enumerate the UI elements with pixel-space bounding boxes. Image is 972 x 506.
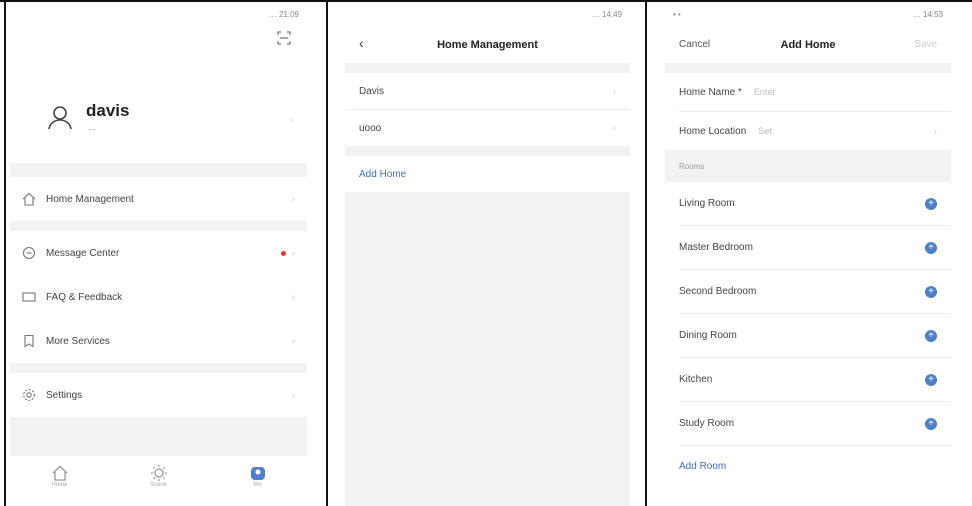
chevron-right-icon: › (291, 193, 295, 205)
add-home-button[interactable]: Add Home (345, 156, 630, 192)
user-avatar-icon (46, 103, 74, 131)
chevron-right-icon: › (933, 125, 937, 137)
status-time: … 14:53 (912, 9, 943, 19)
divider-2 (645, 0, 647, 506)
user-profile[interactable]: davis … (46, 101, 129, 132)
divider-1 (326, 0, 328, 506)
bottom-tab-bar: Home Scene Me (10, 456, 307, 506)
tab-label: Home (51, 482, 68, 488)
chevron-right-icon: › (291, 335, 295, 347)
add-circle-icon[interactable]: + (925, 241, 937, 254)
home-name: Davis (359, 85, 385, 97)
menu-label: Settings (46, 389, 83, 401)
rooms-section-header: Rooms (665, 150, 951, 182)
room-name: Dining Room (679, 330, 737, 341)
add-room-button[interactable]: Add Room (665, 446, 951, 486)
add-room-label: Add Room (679, 460, 727, 472)
user-name: davis (86, 101, 130, 120)
page-title: Home Management (437, 39, 538, 51)
profile-tab-icon (250, 467, 265, 480)
save-button[interactable]: Save (914, 39, 937, 50)
home-management-screen: … 14:49 ‹ Home Management Davis › uooo ›… (345, 3, 630, 506)
home-name-label: Home Name * (679, 86, 742, 98)
chevron-right-icon: › (612, 122, 616, 134)
room-item: Kitchen + (665, 358, 951, 401)
home-item[interactable]: uooo › (345, 110, 630, 146)
room-name: Master Bedroom (679, 242, 753, 253)
tab-scene[interactable]: Scene (150, 464, 168, 488)
bookmark-icon (22, 334, 36, 348)
status-bar: • • … 14:53 (665, 3, 951, 25)
chevron-right-icon: › (612, 85, 616, 97)
room-name: Second Bedroom (679, 286, 757, 297)
message-icon (22, 246, 36, 260)
tab-label: Me (253, 482, 262, 488)
room-name: Study Room (679, 418, 735, 429)
sun-icon (150, 465, 167, 481)
home-location-label: Home Location (679, 125, 747, 137)
faq-icon (22, 290, 36, 304)
nav-header: • • … 14:53 Cancel Add Home Save (665, 3, 951, 63)
home-name-input[interactable]: Enter (754, 87, 776, 97)
me-screen: … 21:09 davis … › Home Management › Mess… (10, 3, 307, 506)
user-subtitle: … (88, 123, 96, 132)
add-circle-icon[interactable]: + (925, 329, 937, 342)
room-name: Living Room (679, 198, 735, 209)
menu-label: Home Management (46, 193, 134, 205)
menu-label: FAQ & Feedback (46, 291, 123, 303)
add-circle-icon[interactable]: + (925, 197, 937, 210)
tab-me[interactable]: Me (249, 464, 267, 488)
menu-message-center[interactable]: Message Center › (10, 231, 307, 275)
unread-badge (280, 250, 286, 256)
home-location-value: Set (758, 126, 772, 136)
divider-left (4, 0, 6, 506)
home-item[interactable]: Davis › (345, 73, 630, 109)
tab-label: Scene (149, 482, 167, 488)
home-tab-icon (52, 465, 67, 481)
add-circle-icon[interactable]: + (925, 417, 937, 430)
room-item: Master Bedroom + (665, 226, 951, 269)
room-item: Second Bedroom + (665, 270, 951, 313)
page-title: Add Home (780, 39, 836, 51)
home-icon (22, 192, 36, 206)
home-name: uooo (359, 122, 382, 134)
add-circle-icon[interactable]: + (925, 285, 937, 298)
chevron-right-icon: › (289, 115, 293, 126)
top-border (0, 0, 972, 2)
status-left: • • (673, 9, 681, 19)
scan-icon[interactable] (277, 31, 291, 45)
nav-header: … 14:49 ‹ Home Management (345, 3, 630, 63)
add-home-label: Add Home (359, 168, 407, 180)
home-location-row[interactable]: Home Location Set › (665, 112, 951, 150)
chevron-right-icon: › (291, 247, 295, 259)
status-time: … 21:09 (268, 9, 299, 19)
room-item: Study Room + (665, 402, 951, 445)
status-bar: … 14:49 (345, 3, 630, 25)
add-circle-icon[interactable]: + (925, 373, 937, 386)
tab-home[interactable]: Home (51, 464, 69, 488)
room-item: Living Room + (665, 182, 951, 225)
menu-home-management[interactable]: Home Management › (10, 177, 307, 221)
menu-more-services[interactable]: More Services › (10, 319, 307, 363)
menu-faq-feedback[interactable]: FAQ & Feedback › (10, 275, 307, 319)
chevron-right-icon: › (291, 291, 295, 303)
status-time: … 14:49 (591, 9, 622, 19)
home-name-row: Home Name * Enter (665, 73, 951, 111)
add-home-screen: • • … 14:53 Cancel Add Home Save Home Na… (665, 3, 951, 506)
status-bar: … 21:09 (10, 3, 307, 25)
chevron-right-icon: › (291, 389, 295, 401)
room-name: Kitchen (679, 374, 713, 385)
menu-label: More Services (46, 335, 110, 347)
menu-settings[interactable]: Settings › (10, 373, 307, 417)
menu-label: Message Center (46, 247, 120, 259)
room-item: Dining Room + (665, 314, 951, 357)
gear-icon (22, 388, 36, 402)
profile-header: … 21:09 davis … › (10, 3, 307, 163)
